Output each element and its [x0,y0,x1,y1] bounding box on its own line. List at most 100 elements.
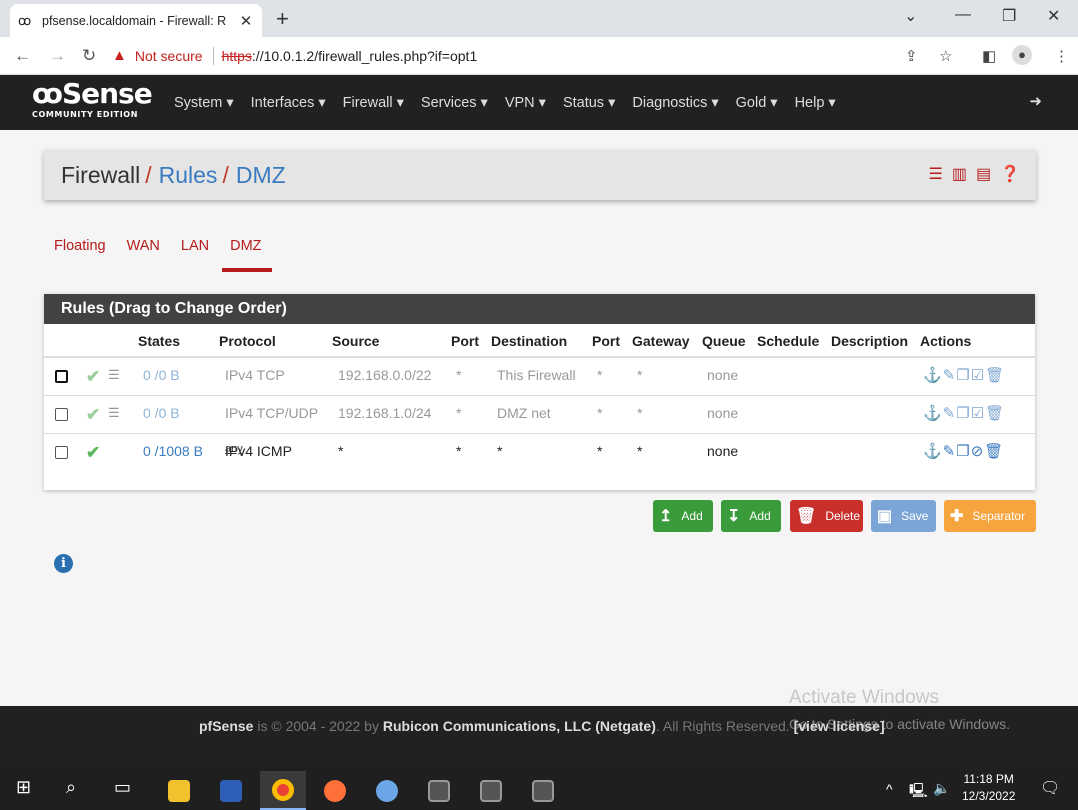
breadcrumb: Firewall / Rules / DMZ ☰ ▥ ▤ ❓ [44,150,1036,200]
logout-icon[interactable]: ➜ [1029,92,1042,110]
breadcrumb-rules[interactable]: Rules [159,162,218,189]
table-row[interactable]: ✔ 0 /1008 B IPv4 ICMP any * * * * * none… [44,434,1035,486]
terminal-icon[interactable] [520,771,566,810]
dest-port-cell: * [597,443,603,459]
profile-avatar-icon[interactable]: ● [1012,45,1032,65]
breadcrumb-actions: ☰ ▥ ▤ ❓ [928,164,1020,184]
tab-wan[interactable]: WAN [127,238,160,254]
remote-app-shape [376,779,398,802]
network-icon[interactable]: 🖳 [909,780,928,804]
add-rule-bottom-button[interactable]: ↧ Add [721,500,781,532]
windows-start-icon[interactable]: ⊞ [16,777,31,798]
help-icon[interactable]: ❓ [1000,164,1020,184]
tab-lan[interactable]: LAN [181,238,209,254]
terminal-icon[interactable] [468,771,514,810]
back-icon[interactable]: ← [14,46,31,66]
panel-title: Rules (Drag to Change Order) [44,294,1035,324]
protocol-cell: IPv4 TCP [225,367,285,383]
new-tab-button[interactable]: + [276,6,289,32]
footer-brand[interactable]: pfSense [199,718,253,734]
footer-company-link[interactable]: Rubicon Communications, LLC (Netgate) [383,718,656,734]
gateway-cell: * [637,405,643,421]
gateway-cell: * [637,443,643,459]
side-panel-icon[interactable]: ◧ [982,47,996,65]
row-action-icons[interactable]: ⚓✎❐☑🗑 [923,366,1005,384]
taskbar-clock[interactable]: 11:18 PM 12/3/2022 [962,771,1015,805]
remote-app-icon[interactable] [364,771,410,810]
menu-help[interactable]: Help ▾ [795,95,836,111]
terminal-icon[interactable] [416,771,462,810]
task-view-icon[interactable]: ▭ [114,777,131,798]
chrome-icon[interactable] [260,771,306,810]
info-icon[interactable]: i [54,554,73,573]
separator-button[interactable]: ✚ Separator [944,500,1036,532]
menu-diagnostics[interactable]: Diagnostics ▾ [632,95,718,111]
row-select-checkbox[interactable] [55,370,68,383]
breadcrumb-dmz[interactable]: DMZ [236,162,286,189]
file-explorer-icon[interactable] [156,771,202,810]
tab-search-icon[interactable]: ⌄ [904,6,917,26]
minimize-icon[interactable]: — [955,6,971,24]
row-select-checkbox[interactable] [55,408,68,421]
menu-vpn[interactable]: VPN ▾ [505,95,546,111]
pfsense-logo[interactable]: ꝏSense COMMUNITY EDITION [32,80,153,120]
powershell-icon[interactable] [208,771,254,810]
states-link[interactable]: 0 /1008 B [143,443,203,459]
tray-chevron-icon[interactable]: ^ [886,781,893,797]
browser-tab[interactable]: ꝏ pfsense.localdomain - Firewall: R ✕ [10,4,262,37]
menu-interfaces[interactable]: Interfaces ▾ [251,95,326,111]
browser-menu-icon[interactable]: ⋮ [1054,47,1069,65]
save-button[interactable]: ▣ Save [871,500,936,532]
dest-port-cell: * [597,405,603,421]
log-table-icon[interactable]: ▤ [976,164,991,184]
tab-close-icon[interactable]: ✕ [238,12,254,30]
states-link[interactable]: 0 /0 B [143,367,180,383]
tab-floating[interactable]: Floating [54,238,106,254]
restore-icon[interactable]: ❐ [1002,6,1016,26]
row-action-icons[interactable]: ⚓✎❐⊘🗑 [923,442,1004,460]
table-row[interactable]: ✔ ☰ 0 /0 B IPv4 TCP/UDP 192.168.1.0/24 *… [44,396,1035,434]
clock-time: 11:18 PM [963,772,1014,786]
url-scheme: https [221,47,252,64]
share-icon[interactable]: ⇪ [905,47,918,65]
search-icon[interactable]: ⌕ [66,777,76,798]
not-secure-label[interactable]: Not secure [135,48,203,64]
volume-muted-icon[interactable]: 🔈 [933,780,950,797]
table-row[interactable]: ✔ ☰ 0 /0 B IPv4 TCP 192.168.0.0/22 * Thi… [44,358,1035,396]
reload-icon[interactable]: ↻ [82,46,96,66]
url-field[interactable]: ▲ Not secure https ://10.0.1.2/firewall_… [112,42,967,69]
sliders-icon[interactable]: ☰ [928,164,942,184]
delete-button[interactable]: 🗑 Delete [790,500,863,532]
main-menu: System ▾ Interfaces ▾ Firewall ▾ Service… [174,75,853,130]
add-rule-top-button[interactable]: ↥ Add [653,500,713,532]
menu-firewall[interactable]: Firewall ▾ [343,95,404,111]
forward-icon[interactable]: → [49,46,66,66]
footer-copyright: is © 2004 - 2022 by [253,718,383,734]
menu-services[interactable]: Services ▾ [421,95,488,111]
col-queue: Queue [702,333,746,349]
tab-dmz[interactable]: DMZ [230,238,261,254]
firefox-icon[interactable] [312,771,358,810]
footer-rights: . All Rights Reserved. [655,718,794,734]
row-action-icons[interactable]: ⚓✎❐☑🗑 [923,404,1005,422]
gateway-cell: * [637,367,643,383]
row-select-checkbox[interactable] [55,446,68,459]
notifications-icon[interactable]: 🗨 [1040,778,1060,798]
pass-check-icon: ✔ [86,367,101,386]
states-link[interactable]: 0 /0 B [143,405,180,421]
icmp-type-link[interactable]: any [225,443,243,455]
col-source-port: Port [451,333,479,349]
menu-status[interactable]: Status ▾ [563,95,615,111]
bookmark-star-icon[interactable]: ☆ [939,47,952,65]
pass-check-icon: ✔ [86,443,101,462]
source-port-cell: * [456,405,462,421]
window-close-icon[interactable]: ✕ [1047,6,1060,26]
bar-chart-icon[interactable]: ▥ [952,164,967,184]
menu-gold[interactable]: Gold ▾ [736,95,778,111]
col-schedule: Schedule [757,333,820,349]
destination-cell: This Firewall [497,367,576,383]
col-gateway: Gateway [632,333,690,349]
logo-subtitle: COMMUNITY EDITION [32,110,139,119]
breadcrumb-separator: / [145,161,152,188]
menu-system[interactable]: System ▾ [174,95,234,111]
